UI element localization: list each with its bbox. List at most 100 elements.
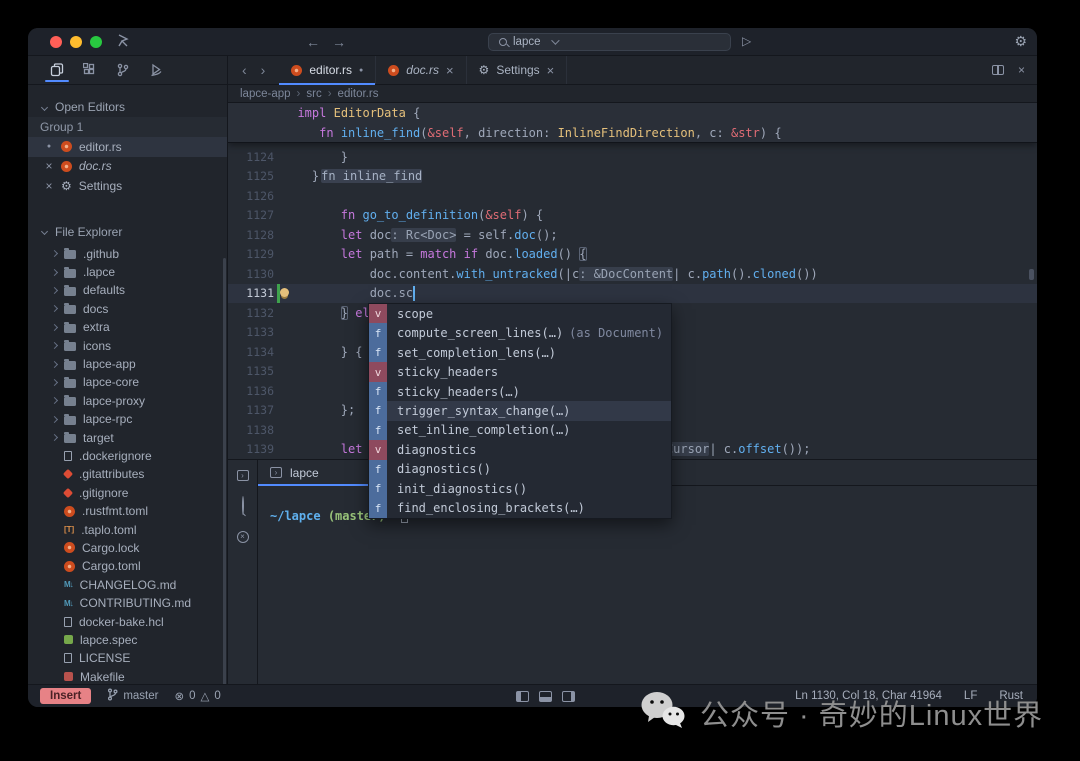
completion-item[interactable]: vscope	[369, 304, 671, 323]
close-window-button[interactable]	[50, 36, 62, 48]
folder-row[interactable]: lapce-rpc	[28, 410, 227, 428]
code-line[interactable]: 1130 doc.content.with_untracked(|c: &Doc…	[228, 264, 1037, 284]
file-row[interactable]: M↓CONTRIBUTING.md	[28, 594, 227, 612]
file-row[interactable]: [T].taplo.toml	[28, 520, 227, 538]
editor-scrollbar-thumb[interactable]	[1029, 269, 1034, 280]
code-line[interactable]: 1129 let path = match if doc.loaded() {	[228, 245, 1037, 265]
breadcrumb[interactable]: lapce-app›src›editor.rs	[228, 85, 1037, 103]
file-name: .gitignore	[79, 486, 128, 500]
folder-row[interactable]: docs	[28, 300, 227, 318]
tab-Settings[interactable]: ⚙Settings×	[467, 56, 568, 84]
minimize-window-button[interactable]	[70, 36, 82, 48]
settings-gear-icon[interactable]: ⚙	[1014, 33, 1027, 50]
tab-forward-button[interactable]: ›	[261, 62, 266, 78]
terminal-icon[interactable]: ›	[237, 470, 249, 481]
code-line[interactable]: 1127 fn go_to_definition(&self) {	[228, 206, 1037, 226]
completion-item[interactable]: finit_diagnostics()	[369, 479, 671, 498]
git-branch-indicator[interactable]: master	[107, 688, 158, 704]
code-line[interactable]: 1128 let doc: Rc<Doc> = self.doc();	[228, 225, 1037, 245]
folder-row[interactable]: .github	[28, 245, 227, 263]
open-editor-item[interactable]: × doc.rs	[28, 157, 227, 177]
search-panel-icon[interactable]	[242, 497, 244, 515]
workspace-search-bar[interactable]: lapce	[488, 33, 731, 51]
sticky-line[interactable]: impl EditorData {	[228, 103, 1037, 123]
file-row[interactable]: .rustfmt.toml	[28, 502, 227, 520]
folder-row[interactable]: .lapce	[28, 263, 227, 281]
code-line[interactable]: 1126	[228, 186, 1037, 206]
problems-indicator[interactable]: ⊗ 0 △ 0	[174, 689, 220, 703]
completion-item[interactable]: ftrigger_syntax_change(…)	[369, 401, 671, 420]
close-icon[interactable]: ×	[446, 63, 454, 78]
folder-row[interactable]: icons	[28, 336, 227, 354]
file-row[interactable]: Cargo.toml	[28, 557, 227, 575]
code-line[interactable]: 1131 doc.sc	[228, 284, 1037, 304]
toggle-bottom-panel-icon[interactable]	[539, 691, 552, 702]
completion-item[interactable]: fsticky_headers(…)	[369, 382, 671, 401]
completion-item[interactable]: vsticky_headers	[369, 362, 671, 381]
completion-item[interactable]: fdiagnostics()	[369, 460, 671, 479]
tab-doc.rs[interactable]: doc.rs×	[376, 56, 466, 84]
chevron-right-icon	[51, 434, 58, 441]
file-explorer-icon[interactable]	[47, 58, 67, 82]
file-row[interactable]: Cargo.lock	[28, 539, 227, 557]
run-button[interactable]: ▷	[742, 34, 751, 48]
sidebar-scrollbar[interactable]	[223, 258, 226, 684]
file-row[interactable]: lapce.spec	[28, 631, 227, 649]
code-action-lightbulb-icon[interactable]	[280, 288, 289, 297]
close-editor-icon[interactable]: ×	[1018, 63, 1025, 77]
toggle-left-panel-icon[interactable]	[516, 691, 529, 702]
tab-editor.rs[interactable]: editor.rs●	[279, 56, 376, 84]
completion-kind-badge: f	[369, 499, 387, 518]
breadcrumb-segment[interactable]: lapce-app	[240, 88, 291, 100]
file-explorer-header[interactable]: File Explorer	[28, 222, 227, 242]
folder-row[interactable]: lapce-app	[28, 355, 227, 373]
completion-item[interactable]: fset_inline_completion(…)	[369, 421, 671, 440]
file-row[interactable]: Makefile	[28, 667, 227, 684]
history-forward-button[interactable]: →	[332, 34, 346, 50]
file-row[interactable]: M↓CHANGELOG.md	[28, 576, 227, 594]
code-line[interactable]: 1124 }	[228, 147, 1037, 167]
close-icon[interactable]: ×	[547, 63, 555, 78]
editor-mode-badge[interactable]: Insert	[40, 688, 91, 704]
debug-icon[interactable]	[146, 58, 166, 82]
file-row[interactable]: .gitattributes	[28, 465, 227, 483]
close-icon[interactable]: ×	[44, 179, 54, 193]
problems-panel-icon[interactable]: ×	[237, 531, 249, 543]
folder-row[interactable]: target	[28, 428, 227, 446]
breadcrumb-segment[interactable]: editor.rs	[338, 88, 379, 100]
file-row[interactable]: docker-bake.hcl	[28, 612, 227, 630]
breadcrumb-segment[interactable]: src	[306, 88, 321, 100]
zoom-window-button[interactable]	[90, 36, 102, 48]
close-icon[interactable]: ×	[44, 159, 54, 173]
chevron-right-icon	[51, 324, 58, 331]
folder-row[interactable]: lapce-core	[28, 373, 227, 391]
folder-row[interactable]: extra	[28, 318, 227, 336]
breadcrumb-separator-icon: ›	[297, 88, 301, 100]
plugins-icon[interactable]	[80, 58, 100, 82]
toggle-right-panel-icon[interactable]	[562, 691, 575, 702]
folder-row[interactable]: lapce-proxy	[28, 392, 227, 410]
completion-item[interactable]: ffind_enclosing_brackets(…)	[369, 499, 671, 518]
open-editor-item[interactable]: ×⚙Settings	[28, 176, 227, 196]
split-editor-icon[interactable]	[992, 65, 1004, 75]
tab-back-button[interactable]: ‹	[242, 62, 247, 78]
sticky-line[interactable]: fn inline_find(&self, direction: InlineF…	[228, 123, 1037, 143]
completion-kind-badge: f	[369, 401, 387, 420]
change-bar	[277, 245, 280, 265]
completion-item[interactable]: vdiagnostics	[369, 440, 671, 459]
history-back-button[interactable]: ←	[306, 34, 320, 50]
file-name: .dockerignore	[79, 449, 152, 463]
file-row[interactable]: .dockerignore	[28, 447, 227, 465]
code-line[interactable]: 1125 }fn inline_find	[228, 167, 1037, 187]
gear-icon: ⚙	[479, 64, 490, 76]
folder-row[interactable]: defaults	[28, 281, 227, 299]
traffic-lights[interactable]	[50, 36, 102, 48]
file-row[interactable]: .gitignore	[28, 484, 227, 502]
open-editors-header[interactable]: Open Editors	[28, 97, 227, 117]
file-row[interactable]: LICENSE	[28, 649, 227, 667]
completion-item[interactable]: fset_completion_lens(…)	[369, 343, 671, 362]
open-editor-label: doc.rs	[79, 159, 112, 173]
completion-item[interactable]: fcompute_screen_lines(…)(as Document)	[369, 323, 671, 342]
open-editor-item[interactable]: ●editor.rs	[28, 137, 227, 157]
source-control-icon[interactable]	[113, 58, 133, 82]
